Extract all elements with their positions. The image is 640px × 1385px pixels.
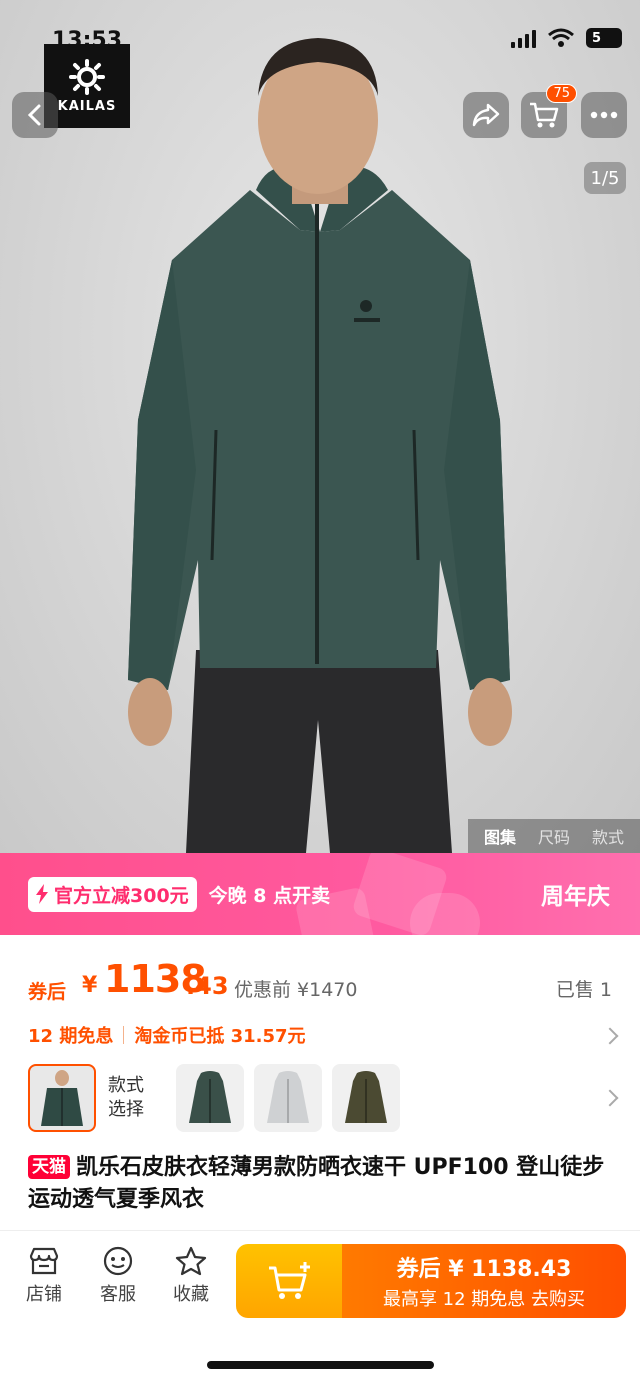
product-page: 13:53 5 KAILAS 75 1/5 图集 尺码 款式 官方立减300元 … (0, 0, 640, 1385)
variant-chevron-icon[interactable] (601, 1089, 619, 1107)
price-decimal: .43 (186, 972, 229, 1000)
variant-thumb-olive[interactable] (332, 1064, 400, 1132)
more-icon (590, 111, 618, 119)
jacket-thumb-icon (41, 1070, 83, 1126)
variant-label: 款式 选择 (108, 1074, 164, 1122)
service-button[interactable]: 客服 (88, 1246, 148, 1306)
lightning-icon (36, 884, 48, 904)
status-time: 13:53 (52, 28, 123, 53)
wifi-icon (548, 28, 574, 47)
store-label: 店铺 (26, 1284, 62, 1305)
tmall-badge: 天猫 (28, 1155, 70, 1179)
cart-add-icon (269, 1262, 310, 1299)
variant-thumb-selected[interactable] (28, 1064, 96, 1132)
cart-button[interactable]: 75 (521, 84, 577, 138)
favorite-button[interactable]: 收藏 (161, 1246, 221, 1306)
tab-style[interactable]: 款式 (592, 824, 624, 848)
cart-count-badge: 75 (546, 84, 577, 103)
more-button[interactable] (581, 92, 627, 138)
benefits-chevron-icon[interactable] (601, 1027, 619, 1045)
variant-selector: 款式 选择 (28, 1063, 410, 1133)
chevron-left-icon (27, 104, 41, 126)
promo-event-title: 周年庆 (541, 884, 610, 910)
product-title: 天猫 凯乐石皮肤衣轻薄男款防晒衣速干 UPF100 登山徒步运动透气夏季风衣 (28, 1152, 618, 1216)
cart-icon (530, 102, 559, 128)
bottom-action-bar: 店铺 客服 收藏 券后 ¥ 1138.43 最高享 12 期免息 去购买 (0, 1232, 640, 1332)
share-button[interactable] (463, 92, 509, 138)
status-icons: 5 (511, 28, 622, 48)
tab-size[interactable]: 尺码 (538, 824, 570, 848)
gallery-tabs: 图集 尺码 款式 (467, 819, 640, 853)
jacket-thumb-icon (189, 1071, 231, 1123)
back-button[interactable] (12, 92, 58, 138)
installment-benefit: 12 期免息 (28, 1026, 114, 1047)
original-price: 优惠前 ¥1470 (234, 979, 358, 1001)
price-row: 券后 ¥ 1138 .43 优惠前 ¥1470 已售 1 (0, 955, 640, 1007)
store-button[interactable]: 店铺 (14, 1246, 74, 1306)
brand-logo-text: KAILAS (57, 98, 117, 114)
sun-logo-icon (69, 58, 105, 95)
variant-label-line1: 款式 (108, 1075, 144, 1096)
customer-service-icon (103, 1246, 133, 1276)
buy-now-button[interactable]: 券后 ¥ 1138.43 最高享 12 期免息 去购买 (342, 1244, 626, 1318)
buy-subtext: 最高享 12 期免息 去购买 (382, 1289, 586, 1310)
share-icon (472, 103, 500, 127)
favorite-label: 收藏 (173, 1284, 209, 1305)
product-image-gallery[interactable]: 13:53 5 KAILAS 75 1/5 图集 尺码 款式 (0, 0, 640, 853)
store-icon (29, 1247, 59, 1275)
service-label: 客服 (100, 1284, 136, 1305)
promo-discount-tag: 官方立减300元 (28, 876, 197, 912)
jacket-thumb-icon (345, 1071, 387, 1123)
sold-count: 已售 1 (555, 979, 612, 1001)
star-icon (175, 1246, 207, 1276)
coin-benefit: 淘金币已抵 31.57元 (134, 1026, 306, 1047)
buy-price-text: 券后 ¥ 1138.43 (396, 1257, 572, 1282)
tab-gallery[interactable]: 图集 (484, 824, 516, 848)
home-indicator[interactable] (207, 1361, 434, 1369)
price-currency: ¥ (82, 973, 98, 998)
battery-icon: 5 (586, 28, 622, 48)
jacket-thumb-icon (267, 1071, 309, 1123)
product-title-text: 凯乐石皮肤衣轻薄男款防晒衣速干 UPF100 登山徒步运动透气夏季风衣 (28, 1155, 605, 1212)
image-page-indicator: 1/5 (584, 162, 626, 194)
add-to-cart-button[interactable] (236, 1244, 342, 1318)
variant-label-line2: 选择 (108, 1099, 144, 1120)
signal-icon (511, 28, 536, 48)
benefit-divider (123, 1026, 125, 1044)
buy-button-group: 券后 ¥ 1138.43 最高享 12 期免息 去购买 (236, 1244, 626, 1318)
divider (0, 1230, 640, 1231)
variant-thumb-dark-green[interactable] (176, 1064, 244, 1132)
price-label: 券后 (28, 981, 67, 1003)
benefits-row[interactable]: 12 期免息 淘金币已抵 31.57元 (28, 1022, 306, 1048)
chat-decoration (410, 893, 480, 935)
promo-discount-text: 官方立减300元 (54, 884, 189, 907)
promo-banner[interactable]: 官方立减300元 今晚 8 点开卖 周年庆 (0, 853, 640, 935)
variant-thumb-light-gray[interactable] (254, 1064, 322, 1132)
